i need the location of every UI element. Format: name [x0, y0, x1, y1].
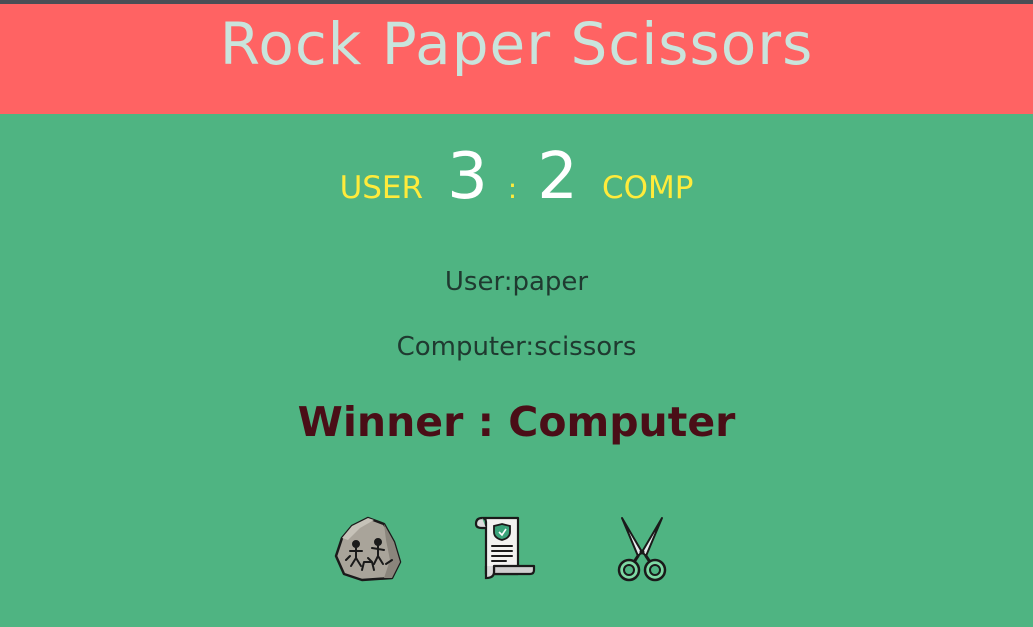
user-score: 3	[447, 140, 488, 214]
score-separator: :	[507, 172, 518, 205]
scissors-button[interactable]	[608, 514, 676, 582]
computer-choice-text: Computer:scissors	[396, 332, 637, 362]
rock-icon	[334, 516, 402, 582]
scoreboard: USER 3 : 2 COMP	[0, 140, 1033, 220]
scissors-icon	[617, 517, 667, 582]
paper-scroll-icon	[474, 516, 536, 580]
winner-text: Winner : Computer	[297, 398, 736, 446]
computer-score: 2	[537, 140, 578, 214]
page-title: Rock Paper Scissors	[219, 10, 814, 78]
header-bar: Rock Paper Scissors	[0, 4, 1033, 114]
user-choice-text: User:paper	[444, 267, 589, 297]
user-label: USER	[339, 170, 424, 206]
choice-options	[0, 514, 1033, 582]
paper-button[interactable]	[472, 514, 540, 582]
rock-button[interactable]	[334, 514, 402, 582]
computer-label: COMP	[601, 170, 694, 206]
